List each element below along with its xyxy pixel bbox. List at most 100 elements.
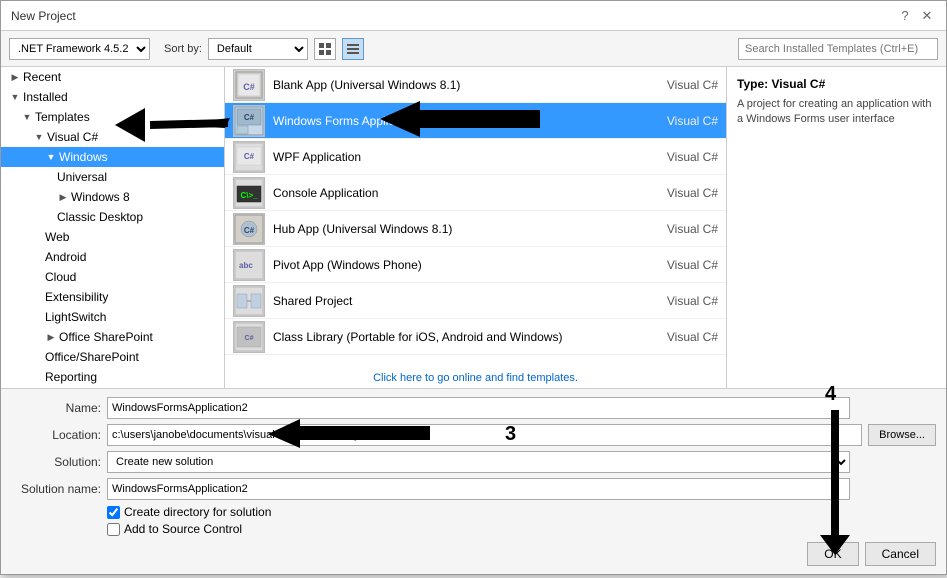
name-input[interactable] xyxy=(107,397,850,419)
sort-label: Sort by: xyxy=(164,43,202,55)
template-lang-shared: Visual C# xyxy=(638,294,718,308)
template-name-pivot-app: Pivot App (Windows Phone) xyxy=(273,258,638,272)
pivot-app-icon: abc xyxy=(233,249,265,281)
class-lib-icon: C# xyxy=(233,321,265,353)
solution-select[interactable]: Create new solution xyxy=(107,451,850,473)
template-name-hub-app: Hub App (Universal Windows 8.1) xyxy=(273,222,638,236)
template-tree: ▶ Recent ▼ Installed ▼ Templates ▼ Visua… xyxy=(1,67,225,388)
sidebar-item-templates[interactable]: ▼ Templates xyxy=(1,107,224,127)
source-control-row: Add to Source Control xyxy=(107,522,936,536)
template-list-panel: C# Blank App (Universal Windows 8.1) Vis… xyxy=(225,67,726,388)
type-description: A project for creating an application wi… xyxy=(737,97,936,128)
collapse-arrow-templates: ▼ xyxy=(21,111,33,123)
location-input[interactable] xyxy=(107,424,862,446)
search-input[interactable] xyxy=(738,38,938,60)
blank-app-icon: C# xyxy=(233,69,265,101)
solution-label: Solution: xyxy=(11,455,101,469)
collapse-arrow-recent: ▶ xyxy=(9,71,21,83)
list-icon xyxy=(347,43,359,55)
template-list: C# Blank App (Universal Windows 8.1) Vis… xyxy=(225,67,726,368)
solution-name-input[interactable] xyxy=(107,478,850,500)
source-control-checkbox[interactable] xyxy=(107,523,120,536)
description-panel: Type: Visual C# A project for creating a… xyxy=(726,67,946,388)
sort-dropdown[interactable]: Default xyxy=(208,38,308,60)
framework-selector[interactable]: .NET Framework 4.5.2 xyxy=(9,38,150,60)
ok-button[interactable]: OK xyxy=(807,542,858,566)
sidebar-item-extensibility[interactable]: Extensibility xyxy=(1,287,224,307)
collapse-arrow-installed: ▼ xyxy=(9,91,21,103)
sidebar-item-windows8[interactable]: ▶ Windows 8 xyxy=(1,187,224,207)
collapse-arrow-vcsharp: ▼ xyxy=(33,131,45,143)
template-name-blank-app: Blank App (Universal Windows 8.1) xyxy=(273,78,638,92)
close-button[interactable]: ✕ xyxy=(918,7,936,25)
project-options: Name: Location: Browse... Solution: Crea… xyxy=(1,388,946,574)
collapse-arrow-win8: ▶ xyxy=(57,191,69,203)
shared-icon xyxy=(233,285,265,317)
template-item-pivot-app[interactable]: abc Pivot App (Windows Phone) Visual C# xyxy=(225,247,726,283)
sidebar-item-recent[interactable]: ▶ Recent xyxy=(1,67,224,87)
cancel-button[interactable]: Cancel xyxy=(865,542,936,566)
template-lang-hub-app: Visual C# xyxy=(638,222,718,236)
svg-text:C#: C# xyxy=(245,335,254,342)
hub-app-icon: C# xyxy=(233,213,265,245)
template-item-winforms[interactable]: C# Windows Forms Application Visual C# xyxy=(225,103,726,139)
create-directory-label: Create directory for solution xyxy=(124,505,271,519)
title-bar: New Project xyxy=(11,9,76,23)
template-item-blank-app[interactable]: C# Blank App (Universal Windows 8.1) Vis… xyxy=(225,67,726,103)
sidebar-item-office-sharepoint2[interactable]: Office/SharePoint xyxy=(1,347,224,367)
sidebar-item-android[interactable]: Android xyxy=(1,247,224,267)
template-name-shared: Shared Project xyxy=(273,294,638,308)
template-lang-winforms: Visual C# xyxy=(638,114,718,128)
framework-dropdown[interactable]: .NET Framework 4.5.2 xyxy=(9,38,150,60)
sidebar-item-office-sharepoint[interactable]: ▶ Office SharePoint xyxy=(1,327,224,347)
template-lang-wpf: Visual C# xyxy=(638,150,718,164)
sidebar-item-classic-desktop[interactable]: Classic Desktop xyxy=(1,207,224,227)
template-lang-blank-app: Visual C# xyxy=(638,78,718,92)
list-view-button[interactable] xyxy=(342,38,364,60)
sidebar-item-universal[interactable]: Universal xyxy=(1,167,224,187)
console-icon: C\>_ xyxy=(233,177,265,209)
create-directory-row: Create directory for solution xyxy=(107,505,936,519)
collapse-arrow-office: ▶ xyxy=(45,331,57,343)
template-name-winforms: Windows Forms Application xyxy=(273,114,638,128)
sidebar-item-visual-csharp[interactable]: ▼ Visual C# xyxy=(1,127,224,147)
template-lang-pivot-app: Visual C# xyxy=(638,258,718,272)
solution-name-label: Solution name: xyxy=(11,482,101,496)
svg-text:abc: abc xyxy=(239,261,253,270)
grid-view-button[interactable] xyxy=(314,38,336,60)
source-control-label: Add to Source Control xyxy=(124,522,242,536)
template-name-class-lib: Class Library (Portable for iOS, Android… xyxy=(273,330,638,344)
sidebar-item-reporting[interactable]: Reporting xyxy=(1,367,224,387)
collapse-arrow-windows: ▼ xyxy=(45,151,57,163)
dialog-title: New Project xyxy=(11,9,76,23)
browse-button[interactable]: Browse... xyxy=(868,424,936,446)
template-name-wpf: WPF Application xyxy=(273,150,638,164)
template-item-wpf[interactable]: C# WPF Application Visual C# xyxy=(225,139,726,175)
help-button[interactable]: ? xyxy=(896,7,914,25)
winforms-icon: C# xyxy=(233,105,265,137)
template-item-console[interactable]: C\>_ Console Application Visual C# xyxy=(225,175,726,211)
location-label: Location: xyxy=(11,428,101,442)
template-name-console: Console Application xyxy=(273,186,638,200)
sidebar-item-lightswitch[interactable]: LightSwitch xyxy=(1,307,224,327)
name-label: Name: xyxy=(11,401,101,415)
type-value: Visual C# xyxy=(771,77,825,91)
grid-icon xyxy=(319,43,331,55)
template-item-shared[interactable]: Shared Project Visual C# xyxy=(225,283,726,319)
create-directory-checkbox[interactable] xyxy=(107,506,120,519)
template-item-class-lib[interactable]: C# Class Library (Portable for iOS, Andr… xyxy=(225,319,726,355)
svg-text:C\>_: C\>_ xyxy=(240,191,258,200)
svg-text:C#: C# xyxy=(244,152,255,161)
template-lang-console: Visual C# xyxy=(638,186,718,200)
template-item-hub-app[interactable]: C# Hub App (Universal Windows 8.1) Visua… xyxy=(225,211,726,247)
sidebar-item-installed[interactable]: ▼ Installed xyxy=(1,87,224,107)
sidebar-item-windows[interactable]: ▼ Windows xyxy=(1,147,224,167)
sidebar-item-cloud[interactable]: Cloud xyxy=(1,267,224,287)
online-templates-link[interactable]: Click here to go online and find templat… xyxy=(225,368,726,388)
svg-text:C#: C# xyxy=(244,226,255,235)
sidebar-item-web[interactable]: Web xyxy=(1,227,224,247)
template-lang-class-lib: Visual C# xyxy=(638,330,718,344)
svg-text:C#: C# xyxy=(244,113,255,122)
wpf-icon: C# xyxy=(233,141,265,173)
type-label: Type: Visual C# xyxy=(737,77,936,91)
